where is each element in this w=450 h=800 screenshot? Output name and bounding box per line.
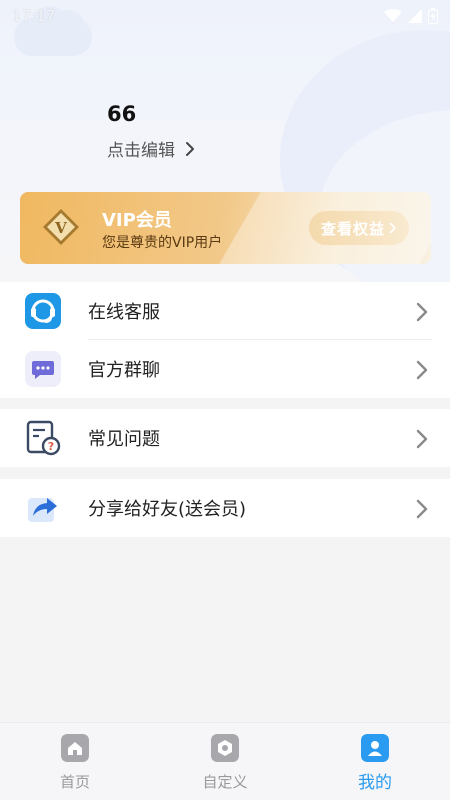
chevron-right-icon <box>416 429 428 449</box>
vip-description: 您是尊贵的VIP用户 <box>102 235 223 251</box>
profile-icon <box>361 734 389 762</box>
faq-document-icon: ? <box>26 420 61 456</box>
tab-custom[interactable]: 自定义 <box>150 723 300 800</box>
menu-item-label: 常见问题 <box>88 429 160 450</box>
menu-item-label: 在线客服 <box>88 302 160 323</box>
view-benefits-label: 查看权益 <box>320 219 385 238</box>
wifi-icon <box>384 9 402 22</box>
chevron-right-icon <box>416 360 428 380</box>
headset-icon <box>25 293 61 329</box>
vip-card[interactable]: V VIP会员 您是尊贵的VIP用户 查看权益 <box>20 192 431 264</box>
view-benefits-button[interactable]: 查看权益 <box>308 210 410 246</box>
tab-label: 首页 <box>59 773 90 791</box>
status-bar: 17:17 <box>0 0 450 32</box>
chevron-right-icon <box>416 499 428 519</box>
edit-profile-link[interactable]: 点击编辑 <box>107 136 195 161</box>
username: 66 <box>107 102 137 126</box>
custom-icon <box>211 734 239 762</box>
vip-badge-letter: V <box>54 219 67 237</box>
menu-group-faq: ? 常见问题 <box>0 409 450 467</box>
tab-mine[interactable]: 我的 <box>300 723 450 800</box>
chevron-right-icon <box>389 222 397 234</box>
chevron-right-icon <box>186 141 194 156</box>
status-icons <box>384 8 438 24</box>
vip-badge-icon: V <box>43 209 79 245</box>
edit-profile-label: 点击编辑 <box>107 141 175 161</box>
vip-title: VIP会员 <box>102 210 172 231</box>
status-time: 17:17 <box>12 7 56 25</box>
tab-label: 自定义 <box>202 773 248 791</box>
menu-group-share: 分享给好友(送会员) <box>0 479 450 537</box>
home-icon <box>61 734 89 762</box>
menu-group-support: 在线客服 官方群聊 <box>0 282 450 398</box>
menu-item-group-chat[interactable]: 官方群聊 <box>0 340 450 398</box>
menu-item-label: 官方群聊 <box>88 360 160 381</box>
signal-icon <box>408 9 422 23</box>
menu-item-label: 分享给好友(送会员) <box>88 499 247 520</box>
bottom-tab-bar: 首页 自定义 我的 <box>0 722 450 800</box>
menu-item-faq[interactable]: ? 常见问题 <box>0 409 450 467</box>
battery-icon <box>428 8 438 24</box>
menu-item-share[interactable]: 分享给好友(送会员) <box>0 479 450 537</box>
chevron-right-icon <box>416 302 428 322</box>
chat-bubble-icon <box>25 351 61 387</box>
share-icon <box>28 498 57 522</box>
tab-label: 我的 <box>358 773 392 793</box>
svg-text:?: ? <box>48 440 54 453</box>
tab-home[interactable]: 首页 <box>0 723 150 800</box>
menu-item-customer-service[interactable]: 在线客服 <box>0 282 450 340</box>
